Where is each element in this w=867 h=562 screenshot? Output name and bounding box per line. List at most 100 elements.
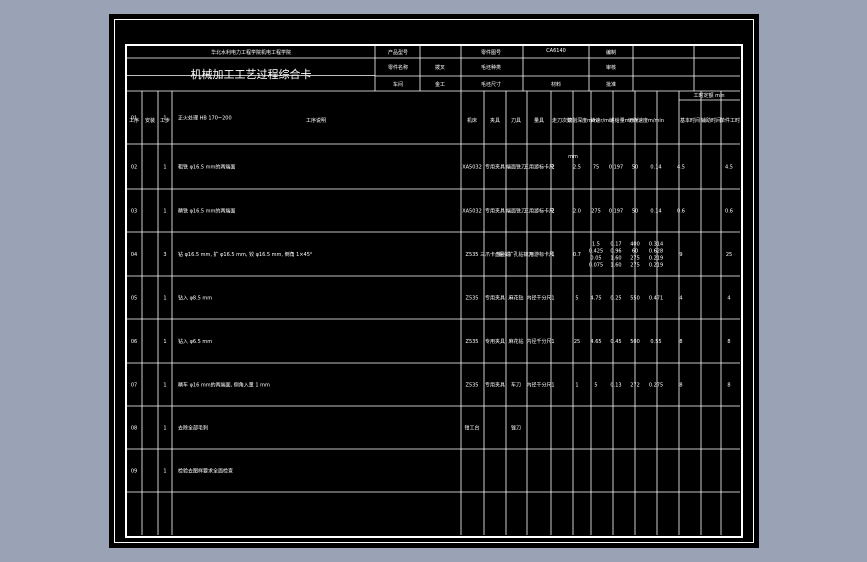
time-unit-label: 工时定额 min	[693, 92, 724, 99]
row-depth: 25	[574, 339, 580, 345]
row-t1: 0.628	[649, 249, 663, 255]
drawing-canvas: 华北水利电力工程学院机电工程学院 机械加工工艺过程综合卡 产品型号 零件图号 CA614…	[109, 14, 759, 548]
row-process-no: 01	[131, 116, 137, 122]
row-gauge: 三用游标卡尺	[524, 164, 554, 171]
row-feed: 1.60	[610, 256, 621, 262]
row-passes: 2	[551, 165, 554, 171]
row-feed: 0.25	[610, 296, 621, 302]
column-header: 量具	[534, 117, 544, 124]
row-feed: 0.17	[610, 242, 621, 248]
row-vc: 272	[630, 383, 640, 389]
row-vc: 500	[630, 339, 640, 345]
part-name: 拨叉	[435, 64, 445, 71]
row-step-count: 1	[163, 383, 166, 389]
row-content: 检验去图样要求全面检查	[178, 468, 233, 475]
column-header: 单件工时	[720, 117, 740, 124]
row-depth: 5	[575, 296, 578, 302]
card-title: 机械加工工艺过程综合卡	[191, 67, 312, 81]
row-t2: 9	[679, 252, 682, 258]
row-gauge: 三用游标卡尺	[524, 208, 554, 215]
material-label: 材料	[551, 81, 561, 88]
row-t3: 4	[727, 296, 730, 302]
row-depth: 0.7	[573, 252, 581, 258]
row-machine: Z535	[466, 296, 479, 302]
row-t1: 0.14	[650, 165, 661, 171]
row-process-no: 02	[131, 165, 137, 171]
row-content: 钻 φ16.5 mm, 扩 φ16.5 mm, 铰 φ16.5 mm, 倒角 1…	[178, 251, 313, 258]
row-vc: 550	[630, 296, 640, 302]
row-feed: 0.45	[610, 339, 621, 345]
row-speed: 4.75	[590, 296, 601, 302]
row-passes: 1	[551, 339, 554, 345]
row-process-no: 05	[131, 296, 137, 302]
row-t1: 0.314	[649, 242, 663, 248]
row-gauge: 三用游标卡尺	[524, 251, 554, 258]
row-speed: 5	[594, 383, 597, 389]
row-speed: 275	[591, 209, 601, 215]
row-vc: 60	[632, 249, 638, 255]
row-content: 正火处理 HB 170~200	[178, 115, 232, 122]
row-fixture: 专用夹具	[485, 295, 505, 302]
row-gauge: 内径千分尺	[526, 295, 551, 302]
row-depth: 2.5	[573, 165, 581, 171]
row-t2: 8	[679, 383, 682, 389]
compiled-label: 编制	[606, 49, 616, 56]
row-step-count: 1	[163, 339, 166, 345]
workshop: 金工	[435, 81, 445, 88]
row-t2: 4.5	[677, 165, 685, 171]
row-vc: 400	[630, 242, 640, 248]
part-no-value: CA6140	[546, 48, 566, 54]
process-card-sheet: 华北水利电力工程学院机电工程学院机械加工工艺过程综合卡 产品型号 零件图号 CA614…	[127, 46, 740, 535]
row-fixture: 专用夹具	[485, 338, 505, 345]
row-speed: 0.075	[589, 263, 603, 269]
row-machine: XA5032	[462, 165, 482, 171]
row-speed: 0.05	[590, 256, 601, 262]
row-t3: 8	[727, 383, 730, 389]
row-t2: 0.6	[677, 209, 685, 215]
row-t3: 4.5	[725, 165, 733, 171]
row-gauge: 内径千分尺	[526, 338, 551, 345]
row-t1: 0.471	[649, 296, 663, 302]
row-step-count: 3	[163, 252, 166, 258]
row-process-no: 03	[131, 209, 137, 215]
row-process-no: 09	[131, 469, 137, 475]
row-fixture: 专用夹具	[485, 382, 505, 389]
row-process-no: 06	[131, 339, 137, 345]
row-t2: 8	[679, 339, 682, 345]
row-machine: 钳工台	[464, 425, 479, 432]
row-feed: 0.96	[610, 249, 621, 255]
row-machine: Z535	[466, 383, 479, 389]
row-t1: 0.14	[650, 209, 661, 215]
unit-mark: mm	[568, 154, 578, 160]
product-no-label: 产品型号	[388, 49, 408, 56]
row-depth: 1	[575, 383, 578, 389]
column-header: 工序说明	[306, 117, 326, 124]
row-step-count: 1	[163, 296, 166, 302]
row-depth: 2.0	[573, 209, 581, 215]
row-passes: 1	[551, 252, 554, 258]
row-process-no: 04	[131, 252, 137, 258]
row-feed: 0.197	[609, 209, 623, 215]
row-tool: 麻花钻	[508, 295, 523, 302]
column-header: 夹具	[490, 117, 500, 124]
row-vc: 50	[632, 165, 638, 171]
row-t2: 4	[679, 296, 682, 302]
row-content: 粗铣 φ16.5 mm的两端面	[178, 164, 235, 171]
row-step-count: 1	[163, 116, 166, 122]
row-t3: 0.6	[725, 209, 733, 215]
row-step-count: 1	[163, 209, 166, 215]
row-feed: 1.60	[610, 263, 621, 269]
checked-label: 审核	[606, 64, 616, 71]
row-gauge: 内径千分尺	[526, 382, 551, 389]
column-header: 机床	[467, 117, 477, 124]
row-step-count: 1	[163, 426, 166, 432]
part-no-label: 零件图号	[481, 49, 501, 56]
row-feed: 0.13	[610, 383, 621, 389]
row-machine: XA5032	[462, 209, 482, 215]
row-fixture: 专用夹具	[485, 208, 505, 215]
row-vc: 275	[630, 256, 640, 262]
column-header: 安装	[145, 117, 155, 124]
row-t1: 0.219	[649, 263, 663, 269]
row-passes: 1	[551, 383, 554, 389]
row-tool: 车刀	[511, 382, 521, 389]
